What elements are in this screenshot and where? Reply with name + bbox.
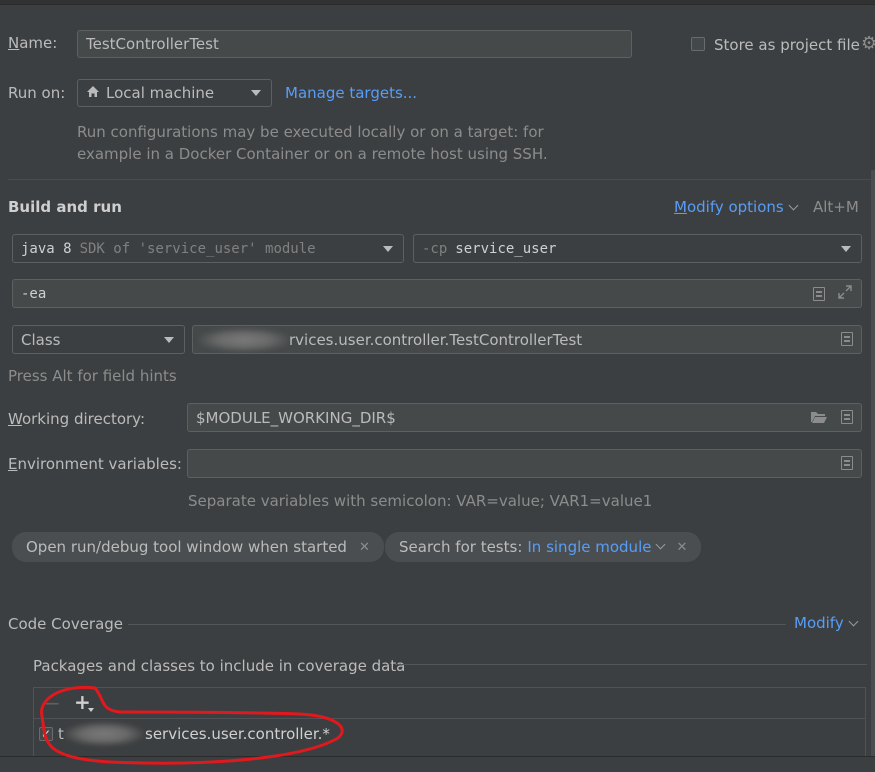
red-annotation-circle	[40, 685, 344, 765]
